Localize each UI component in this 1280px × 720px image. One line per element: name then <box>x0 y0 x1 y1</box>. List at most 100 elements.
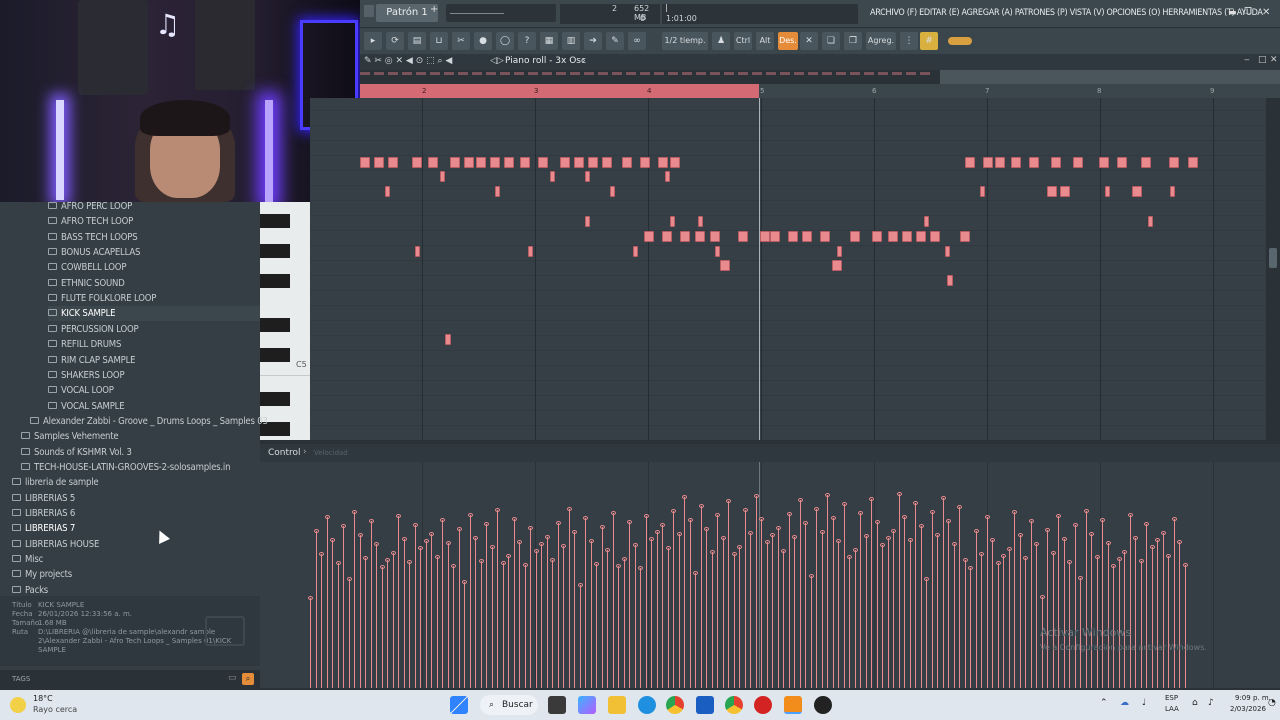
time-panel[interactable]: 1:01:00 <box>662 4 858 24</box>
store-icon[interactable] <box>696 696 714 714</box>
velocity-stem[interactable] <box>638 566 643 688</box>
velocity-stem[interactable] <box>803 521 808 688</box>
control-label[interactable]: Control <box>268 448 301 458</box>
velocity-stem[interactable] <box>500 561 506 688</box>
stamp-icon[interactable]: ♟ <box>712 32 730 50</box>
black-key[interactable] <box>260 214 290 228</box>
velocity-stem[interactable] <box>1089 532 1094 688</box>
arrows-icon[interactable]: ◁▷ <box>490 56 504 66</box>
velocity-stem[interactable] <box>308 596 313 688</box>
midi-note[interactable] <box>1105 186 1110 197</box>
lang-code[interactable]: ESP <box>1165 694 1178 702</box>
midi-note[interactable] <box>995 157 1005 168</box>
velocity-stem[interactable] <box>1061 537 1067 688</box>
midi-note[interactable] <box>960 231 970 242</box>
velocity-stem[interactable] <box>1001 554 1006 688</box>
midi-note[interactable] <box>788 231 798 242</box>
midi-note[interactable] <box>1117 157 1127 168</box>
velocity-stem[interactable] <box>599 525 605 688</box>
velocity-stem[interactable] <box>880 543 885 688</box>
task-view-icon[interactable] <box>548 696 566 714</box>
browser-folder-item[interactable]: REFILL DRUMS <box>48 337 121 352</box>
velocity-stem[interactable] <box>484 522 489 688</box>
menu-arrow-icon[interactable]: ▸ <box>364 32 382 50</box>
browser-folder-item[interactable]: ETHNIC SOUND <box>48 276 125 291</box>
velocity-stem[interactable] <box>1006 547 1012 688</box>
velocity-stem[interactable] <box>797 498 803 688</box>
velocity-stem[interactable] <box>418 546 423 688</box>
midi-note[interactable] <box>832 260 842 271</box>
weather-temp[interactable]: 18°C <box>33 694 53 703</box>
note-grid[interactable] <box>310 98 1266 440</box>
midi-note[interactable] <box>633 246 638 257</box>
midi-note[interactable] <box>1011 157 1021 168</box>
browser-folder-item[interactable]: FLUTE FOLKLORE LOOP <box>48 291 156 306</box>
velocity-stem[interactable] <box>1034 542 1039 688</box>
velocity-stem[interactable] <box>962 558 968 688</box>
control-value[interactable]: Velocidad <box>314 449 348 457</box>
pr-maximize-icon[interactable]: □ <box>1258 55 1267 65</box>
velocity-stem[interactable] <box>489 545 495 688</box>
velocity-stem[interactable] <box>1144 522 1149 688</box>
midi-note[interactable] <box>965 157 975 168</box>
velocity-stem[interactable] <box>720 536 726 688</box>
midi-note[interactable] <box>1073 157 1083 168</box>
velocity-stem[interactable] <box>572 530 577 688</box>
velocity-lane[interactable] <box>260 462 1280 688</box>
velocity-stem[interactable] <box>902 515 907 688</box>
velocity-stem[interactable] <box>1160 531 1166 688</box>
pencil-icon[interactable]: ✎ <box>606 32 624 50</box>
folder-icon[interactable]: ▭ <box>228 673 237 683</box>
velocity-stem[interactable] <box>1149 545 1155 688</box>
velocity-stem[interactable] <box>522 563 528 688</box>
velocity-stem[interactable] <box>742 508 748 688</box>
midi-note[interactable] <box>450 157 460 168</box>
lock-icon[interactable]: # <box>920 32 938 50</box>
velocity-stem[interactable] <box>341 524 346 688</box>
alt-button[interactable]: Alt <box>756 32 774 50</box>
velocity-stem[interactable] <box>896 492 902 688</box>
midi-note[interactable] <box>980 186 985 197</box>
midi-note[interactable] <box>415 246 420 257</box>
velocity-stem[interactable] <box>819 530 825 688</box>
refresh-icon[interactable]: ⟳ <box>386 32 404 50</box>
help-icon[interactable]: ? <box>518 32 536 50</box>
main-menu[interactable]: ARCHIVO (F) EDITAR (E) AGREGAR (A) PATRO… <box>870 8 1263 18</box>
velocity-stem[interactable] <box>478 559 484 688</box>
search-icon[interactable]: ⌕ <box>242 673 254 685</box>
velocity-stem[interactable] <box>929 510 935 688</box>
midi-note[interactable] <box>640 157 650 168</box>
velocity-stem[interactable] <box>605 548 610 688</box>
midi-note[interactable] <box>588 157 598 168</box>
midi-note[interactable] <box>680 231 690 242</box>
snap-selector[interactable]: 1/2 tiemp. <box>662 32 708 50</box>
midi-note[interactable] <box>1148 216 1153 227</box>
midi-note[interactable] <box>820 231 830 242</box>
velocity-stem[interactable] <box>357 533 363 688</box>
velocity-stem[interactable] <box>825 493 830 688</box>
velocity-stem[interactable] <box>781 549 786 688</box>
velocity-stem[interactable] <box>1100 518 1105 688</box>
velocity-stem[interactable] <box>671 509 676 688</box>
black-key[interactable] <box>260 348 290 362</box>
browser-folder-item[interactable]: LIBRERIAS 7 <box>12 521 75 536</box>
velocity-stem[interactable] <box>621 557 627 688</box>
vertical-scrollbar[interactable] <box>1266 98 1280 440</box>
midi-note[interactable] <box>1169 157 1179 168</box>
velocity-stem[interactable] <box>583 516 588 688</box>
search-box[interactable]: ⌕ Buscar <box>480 695 538 715</box>
browser-folder-item[interactable]: Alexander Zabbi - Groove _ Drums Loops _… <box>30 414 268 429</box>
browser-folder-item[interactable]: libreria de sample <box>12 475 99 490</box>
midi-note[interactable] <box>837 246 842 257</box>
velocity-stem[interactable] <box>473 536 478 688</box>
black-key[interactable] <box>260 392 290 406</box>
lang-layout[interactable]: LAA <box>1165 705 1179 713</box>
velocity-stem[interactable] <box>588 539 594 688</box>
midi-note[interactable] <box>770 231 780 242</box>
velocity-stem[interactable] <box>451 564 456 688</box>
browser-folder-item[interactable]: BONUS ACAPELLAS <box>48 245 140 260</box>
browser-folder-item[interactable]: KICK SAMPLE <box>48 306 260 322</box>
pattern-selector[interactable]: Patrón 1 <box>376 4 438 22</box>
midi-note[interactable] <box>602 157 612 168</box>
velocity-stem[interactable] <box>643 514 649 688</box>
